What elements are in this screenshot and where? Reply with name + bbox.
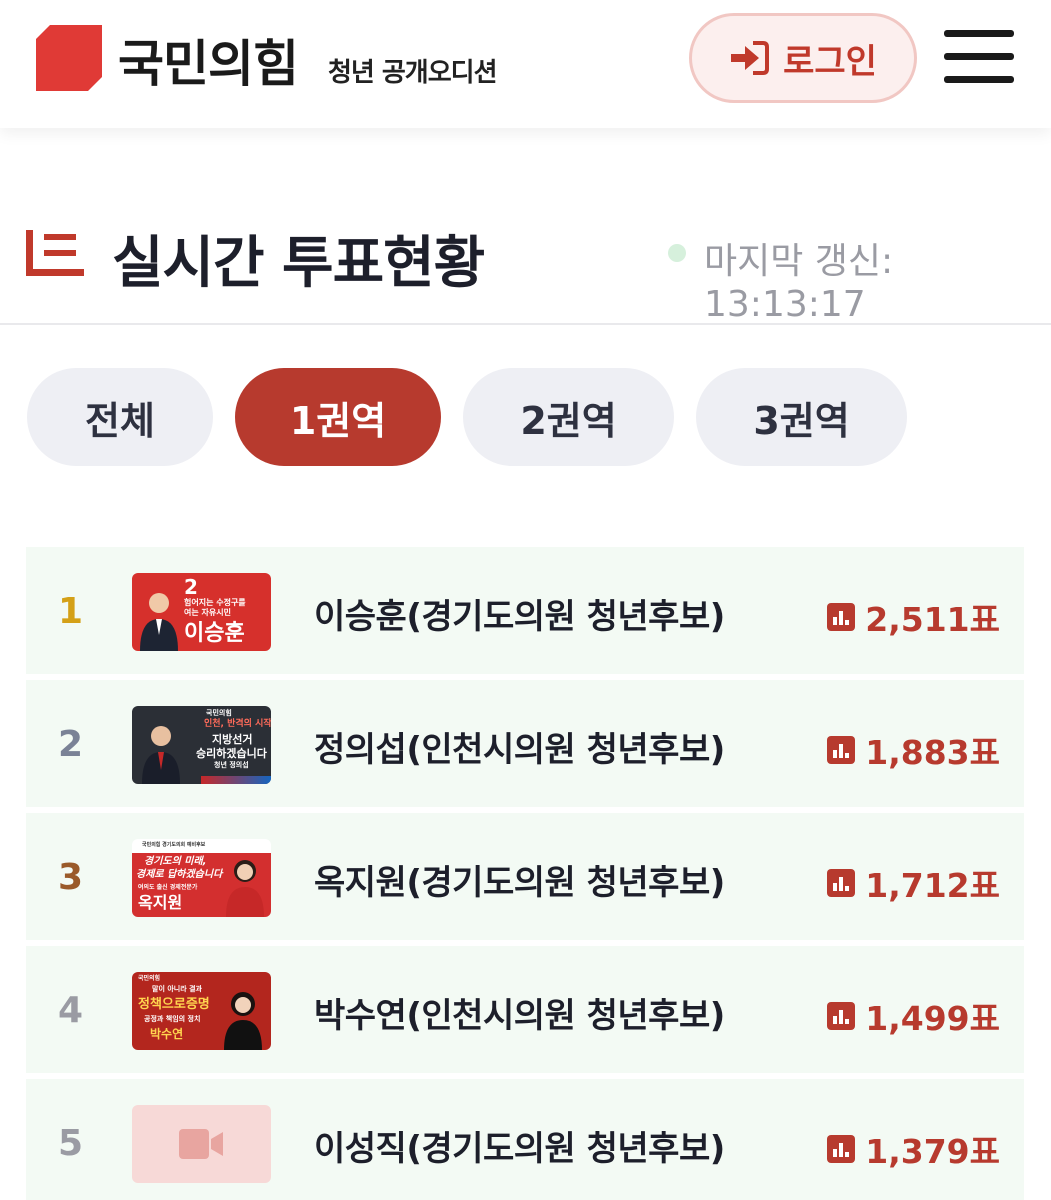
page-title: 실시간 투표현황 — [112, 231, 485, 296]
logo-subtitle: 청년 공개오디션 — [328, 58, 497, 88]
hamburger-menu-icon[interactable] — [944, 30, 1014, 86]
bar-chart-icon — [827, 1002, 856, 1030]
vote-count-text: 1,712표 — [865, 866, 1000, 905]
candidate-thumbnail[interactable]: 국민의힘 말이 아니라 결과 정책으로증명 공정과 책임의 정치 박수연 — [132, 972, 271, 1050]
rank-number: 3 — [58, 857, 84, 898]
candidate-name: 옥지원(경기도의원 청년후보) — [314, 863, 725, 903]
rank-number: 1 — [58, 591, 84, 632]
vote-count: 1,379표 — [827, 1125, 1000, 1173]
candidate-name: 정의섭(인천시의원 청년후보) — [314, 730, 725, 770]
bar-chart-icon — [827, 1135, 856, 1163]
list-item[interactable]: 3 국민의힘 경기도의회 예비후보 경기도의 미래, 경제로 답하겠습니다 여의… — [26, 813, 1024, 943]
tab-region-3[interactable]: 3권역 — [696, 368, 907, 466]
vote-count: 2,511표 — [827, 593, 1000, 641]
tab-region-1[interactable]: 1권역 — [235, 368, 441, 466]
last-updated-text: 마지막 갱신: 13:13:17 — [704, 241, 894, 325]
vote-count-text: 2,511표 — [865, 600, 1000, 639]
list-item[interactable]: 2 국민의힘 인천, 반격의 시작 지방선거 승리하겠습니다 청년 정의섭 정의… — [26, 680, 1024, 810]
bar-chart-icon — [827, 869, 856, 897]
candidate-name: 이성직(경기도의원 청년후보) — [314, 1129, 725, 1169]
bar-chart-icon — [827, 603, 856, 631]
candidate-name: 이승훈(경기도의원 청년후보) — [314, 597, 725, 637]
party-logo-icon[interactable] — [36, 25, 102, 91]
rank-number: 5 — [58, 1123, 84, 1164]
list-item[interactable]: 4 국민의힘 말이 아니라 결과 정책으로증명 공정과 책임의 정치 박수연 박… — [26, 946, 1024, 1076]
candidate-thumbnail[interactable]: 2 험어지는 수정구를 여는 자유시민 이승훈 — [132, 573, 271, 651]
logo-text[interactable]: 국민의힘 — [118, 24, 299, 96]
rank-number: 4 — [58, 990, 84, 1031]
vote-count-text: 1,499표 — [865, 999, 1000, 1038]
candidate-thumbnail[interactable]: 국민의힘 인천, 반격의 시작 지방선거 승리하겠습니다 청년 정의섭 — [132, 706, 271, 784]
tab-region-2[interactable]: 2권역 — [463, 368, 674, 466]
rank-number: 2 — [58, 724, 84, 765]
vote-count-text: 1,883표 — [865, 733, 1000, 772]
login-button[interactable]: 로그인 — [689, 13, 917, 103]
vote-count-text: 1,379표 — [865, 1132, 1000, 1171]
candidate-name: 박수연(인천시의원 청년후보) — [314, 996, 725, 1036]
list-item[interactable]: 1 2 험어지는 수정구를 여는 자유시민 이승훈 이승훈(경기도의원 청년후보… — [26, 547, 1024, 677]
bar-chart-icon — [827, 736, 856, 764]
site-header: 국민의힘 청년 공개오디션 로그인 — [0, 0, 1051, 128]
vote-count: 1,883표 — [827, 726, 1000, 774]
login-label: 로그인 — [783, 41, 877, 82]
tab-all[interactable]: 전체 — [27, 368, 213, 466]
video-camera-icon — [179, 1129, 223, 1159]
sign-in-icon — [731, 41, 770, 75]
vote-count: 1,712표 — [827, 859, 1000, 907]
section-divider — [0, 323, 1051, 325]
list-item[interactable]: 5 이성직(경기도의원 청년후보) 1,379표 — [26, 1079, 1024, 1200]
vote-count: 1,499표 — [827, 992, 1000, 1040]
vote-status-icon — [26, 230, 84, 276]
candidate-thumbnail[interactable] — [132, 1105, 271, 1183]
candidate-thumbnail[interactable]: 국민의힘 경기도의회 예비후보 경기도의 미래, 경제로 답하겠습니다 여의도 … — [132, 839, 271, 917]
live-status-dot — [668, 244, 686, 262]
